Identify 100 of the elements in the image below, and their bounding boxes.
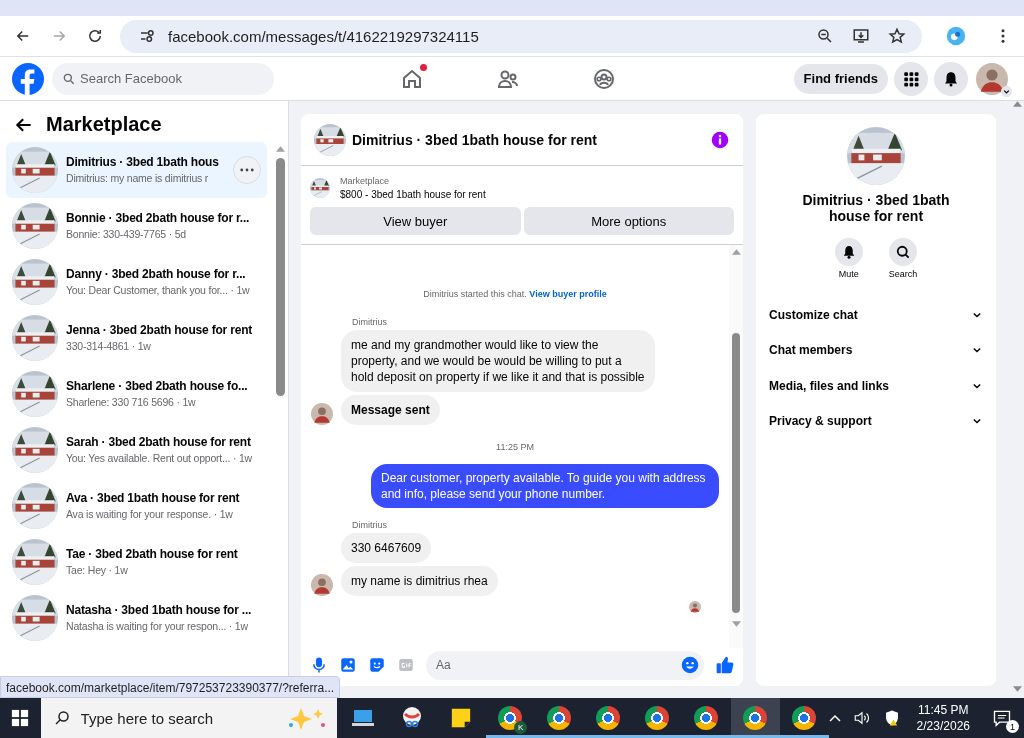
sender-name: Dimitrius: [352, 317, 388, 327]
message-bubble: Message sent: [341, 395, 440, 425]
clock-time[interactable]: 11:45 PM: [916, 702, 970, 718]
notifications-button[interactable]: [934, 61, 968, 96]
notification-count: 1: [1006, 720, 1019, 733]
chat-notice: Dimitrius started this chat. View buyer profile: [422, 289, 608, 299]
taskbar-search-field[interactable]: Type here to search: [40, 698, 337, 738]
profile-avatar: [976, 62, 1008, 95]
search-icon: [894, 243, 912, 261]
site-settings-icon[interactable]: [138, 27, 156, 45]
browser-icon: [792, 706, 817, 730]
apps-menu-button[interactable]: [894, 61, 928, 96]
conversation-item[interactable]: Natasha · 3bed 1bath house for ... Natasha is waiting for your respon... · 1w: [6, 590, 267, 646]
search-icon: [62, 71, 76, 86]
chevron-up-icon[interactable]: [828, 714, 841, 722]
logo-icon[interactable]: [12, 62, 44, 95]
message-preview: Natasha is waiting for your respon... · 1w: [66, 619, 249, 634]
emoji-icon[interactable]: [681, 655, 699, 674]
conversation-title: Tae · 3bed 2bath house for rent: [66, 546, 238, 563]
conversation-item[interactable]: Sharlene · 3bed 2bath house fo... Sharlene: 330 716 5696 · 1w: [6, 366, 267, 422]
info-icon[interactable]: [711, 130, 729, 149]
groups-icon[interactable]: [592, 66, 616, 91]
windows-icon[interactable]: [11, 709, 30, 727]
notification-center-icon[interactable]: [992, 708, 1012, 728]
listing-title[interactable]: $800 - 3bed 1bath house for rent: [340, 188, 486, 202]
action-button[interactable]: More options: [523, 207, 734, 235]
microphone-icon[interactable]: [310, 656, 328, 674]
mute-button[interactable]: [834, 238, 863, 266]
star-icon[interactable]: [888, 27, 906, 45]
message-preview: 330-314-4861 · 1w: [66, 339, 152, 354]
section-header[interactable]: Privacy & support: [768, 403, 984, 439]
grid-icon: [902, 69, 920, 88]
action-label: Mute: [838, 269, 859, 279]
section-header[interactable]: Customize chat: [768, 297, 984, 333]
message-time: 11:25 PM: [495, 442, 535, 452]
extension-icon[interactable]: [946, 26, 966, 46]
browser-icon: [694, 706, 719, 730]
conversation-item[interactable]: Bonnie · 3bed 2bath house for r... Bonnie: 330-439-7765 · 5d: [6, 198, 267, 254]
taskbar-app[interactable]: [730, 698, 780, 738]
message-bubble: Dear customer, property available. To guide you with address and info, please send your phone number.: [371, 464, 719, 508]
find-friends-button[interactable]: Find friends: [793, 63, 888, 94]
chat-title: Dimitrius · 3bed 1bath house for rent: [352, 131, 598, 148]
scrollbar-thumb[interactable]: [732, 333, 740, 613]
conversation-item[interactable]: Ava · 3bed 1bath house for rent Ava is waiting for your response. · 1w: [6, 478, 267, 534]
browser-icon: [743, 706, 768, 730]
message-preview: You: Yes available. Rent out opport... · 1w: [66, 451, 252, 466]
message-bubble: me and my grandmother would like to view the property, and we would be would be willing to put a hold deposit on property if we like it and that is possible: [341, 330, 655, 392]
message-bubble: my name is dimitrius rhea: [341, 566, 498, 596]
image-icon[interactable]: [339, 656, 357, 674]
clock-date[interactable]: 2/23/2026: [916, 718, 970, 734]
url-text: facebook.com/messages/t/4162219297324115: [168, 27, 479, 45]
scroll-up-icon[interactable]: [275, 146, 285, 152]
conversation-title: Jenna · 3bed 2bath house for rent: [66, 322, 253, 339]
link-preview-tooltip: facebook.com/marketplace/item/797253723390377/?referra...: [0, 676, 341, 698]
conversation-item[interactable]: Sarah · 3bed 2bath house for rent You: Yes available. Rent out opport... · 1w: [6, 422, 267, 478]
buyer-profile-link[interactable]: View buyer profile: [529, 289, 607, 299]
taskbar-app[interactable]: K: [485, 698, 535, 738]
more-icon: [240, 168, 254, 172]
address-bar[interactable]: facebook.com/messages/t/4162219297324115: [120, 19, 922, 53]
section-header[interactable]: Media, files and links: [768, 368, 984, 404]
message-preview: Tae: Hey · 1w: [66, 563, 129, 578]
action-label: Search: [888, 269, 918, 279]
conversation-title: Danny · 3bed 2bath house for r...: [66, 266, 247, 283]
zoom-icon[interactable]: [816, 27, 834, 45]
scroll-down-icon[interactable]: [1012, 686, 1022, 692]
message-bubble: 330 6467609: [341, 533, 432, 563]
search-field[interactable]: Search Facebook: [52, 62, 274, 95]
profile-badge: K: [514, 721, 528, 734]
message-preview: Dimitrius: my name is dimitrius r: [66, 171, 210, 186]
conversation-title: Dimitrius · 3bed 1bath hous: [66, 154, 219, 171]
conversation-title: Bonnie · 3bed 2bath house for r...: [66, 210, 250, 227]
conversation-item[interactable]: Jenna · 3bed 2bath house for rent 330-314-4861 · 1w: [6, 310, 267, 366]
action-button[interactable]: View buyer: [310, 207, 521, 235]
message-preview: Bonnie: 330-439-7765 · 5d: [66, 227, 187, 242]
thumbs-up-icon[interactable]: [715, 655, 735, 675]
browser-icon: [547, 706, 572, 730]
volume-icon[interactable]: [852, 709, 871, 727]
caret-icon[interactable]: [1001, 85, 1012, 97]
conversation-item[interactable]: Tae · 3bed 2bath house for rent Tae: Hey · 1w: [6, 534, 267, 590]
sticky-note-icon: [450, 707, 473, 729]
browser-icon: [596, 706, 621, 730]
bell-icon: [942, 69, 960, 88]
message-preview: You: Dear Customer, thank you for... · 1w: [66, 283, 250, 298]
conversation-item[interactable]: Danny · 3bed 2bath house for r... You: Dear Customer, thank you for... · 1w: [6, 254, 267, 310]
conversation-title: Sharlene · 3bed 2bath house fo...: [66, 378, 248, 395]
sticker-icon[interactable]: [368, 656, 386, 674]
install-icon[interactable]: [852, 27, 870, 45]
conversation-title: Dimitrius · 3bed 1bath house for rent: [801, 192, 951, 224]
section-header[interactable]: Chat members: [768, 332, 984, 368]
message-preview: Sharlene: 330 716 5696 · 1w: [66, 395, 197, 410]
message-field[interactable]: Aa: [426, 650, 704, 680]
conversation-item[interactable]: Dimitrius · 3bed 1bath hous Dimitrius: my name is dimitrius r: [6, 142, 267, 198]
browser-icon: [645, 706, 670, 730]
search-button[interactable]: [889, 238, 917, 266]
conversation-title: Sarah · 3bed 2bath house for rent: [66, 434, 252, 451]
message-preview: Ava is waiting for your response. · 1w: [66, 507, 234, 522]
listing-label: Marketplace: [340, 175, 391, 188]
reload-icon[interactable]: [86, 27, 104, 45]
browser-icon: [498, 706, 523, 730]
scrollbar-thumb[interactable]: [275, 158, 285, 396]
